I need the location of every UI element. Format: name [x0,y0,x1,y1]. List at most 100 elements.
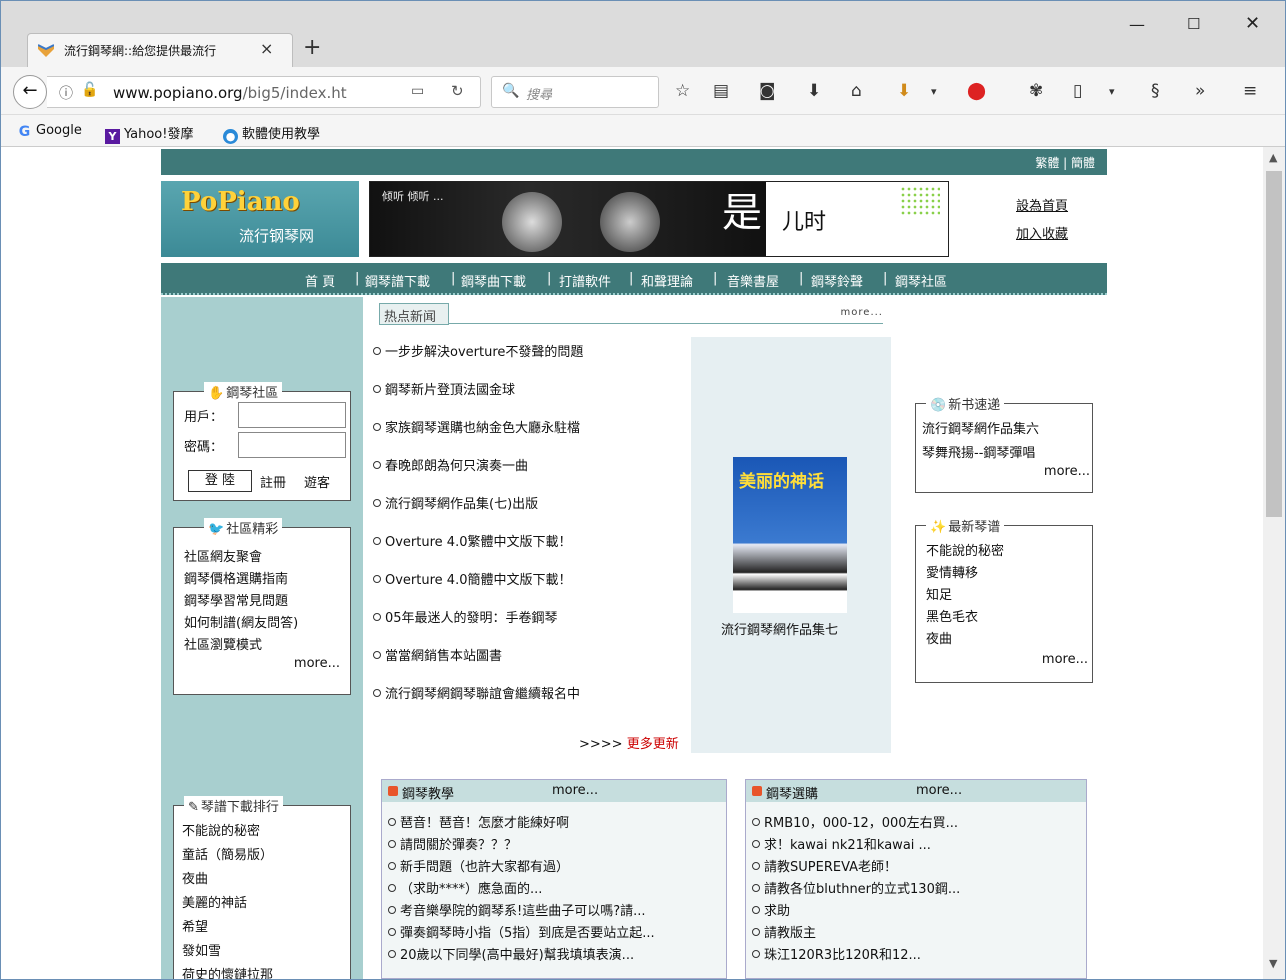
maximize-icon[interactable]: ☐ [1187,15,1200,33]
list-item[interactable]: 愛情轉移 [926,562,978,581]
info-icon[interactable]: ⓘ [59,83,73,103]
scroll-up-icon[interactable]: ▲ [1269,151,1277,164]
list-item[interactable]: 如何制譜(網友問答) [184,612,298,631]
teaching-more-link[interactable]: more... [552,783,598,798]
guest-link[interactable]: 遊客 [304,472,330,491]
list-item[interactable]: 新手問題（也許大家都有過） [388,856,569,875]
newbooks-more-link[interactable]: more... [1044,464,1090,479]
list-item[interactable]: 不能說的秘密 [182,820,260,839]
news-item[interactable]: 鋼琴新片登頂法國金球 [373,379,515,398]
nav-scores[interactable]: 鋼琴譜下載 [365,271,430,290]
book-cover-image[interactable]: 美丽的神话 [733,457,847,613]
list-item[interactable]: 不能說的秘密 [926,540,1004,559]
list-item[interactable]: 發如雪 [182,940,221,959]
list-item[interactable]: 彈奏鋼琴時小指（5指）到底是否要站立起... [388,922,655,941]
list-item[interactable]: 鋼琴學習常見問題 [184,590,288,609]
news-more-link[interactable]: more... [841,307,883,318]
back-icon[interactable]: ← [13,75,47,109]
vertical-scrollbar[interactable]: ▲ ▼ [1263,147,1285,979]
list-item[interactable]: 希望 [182,916,208,935]
list-item[interactable]: 求！kawai nk21和kawai ... [752,834,931,853]
scroll-down-icon[interactable]: ▼ [1269,957,1277,970]
username-input[interactable] [238,402,346,428]
list-item[interactable]: 美麗的神話 [182,892,247,911]
list-item[interactable]: （求助****）應急面的... [388,878,542,897]
bookmark-star-icon[interactable]: ☆ [675,81,690,101]
home-icon[interactable]: ⌂ [851,81,862,101]
list-item[interactable]: 請教SUPEREVA老師！ [752,856,897,875]
nav-theory[interactable]: 和聲理論 [641,271,693,290]
scrollbar-thumb[interactable] [1266,171,1282,517]
login-button[interactable]: 登 陸 [188,470,252,492]
list-item[interactable]: RMB10，000-12，000左右買... [752,812,958,831]
extension-icon[interactable]: ✾ [1029,81,1043,101]
set-homepage-link[interactable]: 設為首頁 [1016,195,1068,214]
nav-ringtones[interactable]: 鋼琴鈴聲 [811,271,863,290]
list-item[interactable]: 琴舞飛揚--鋼琴彈唱 [922,442,1035,461]
nav-software[interactable]: 打譜軟件 [559,271,611,290]
list-item[interactable]: 知足 [926,584,952,603]
news-item[interactable]: 流行鋼琴網作品集(七)出版 [373,493,538,512]
pocket-icon[interactable]: ◙ [759,81,776,101]
list-item[interactable]: 夜曲 [926,628,952,647]
nav-music[interactable]: 鋼琴曲下載 [461,271,526,290]
newscores-more-link[interactable]: more... [1042,652,1088,667]
list-item[interactable]: 20歲以下同學(高中最好)幫我填填表演... [388,944,634,963]
news-item[interactable]: 當當網銷售本站圖書 [373,645,502,664]
minimize-icon[interactable]: — [1129,15,1145,34]
menu-icon[interactable]: ≡ [1243,81,1257,101]
insecure-lock-icon[interactable]: 🔓 [81,82,98,98]
library-icon[interactable]: ▤ [713,81,729,101]
list-item[interactable]: 求助 [752,900,790,919]
list-item[interactable]: 鋼琴價格選購指南 [184,568,288,587]
clipboard-icon[interactable]: ▯ [1073,81,1082,101]
register-link[interactable]: 註冊 [260,472,286,491]
list-item[interactable]: 琶音！琶音！怎麼才能練好啊 [388,812,569,831]
browser-tab[interactable]: 流行鋼琴網::給您提供最流行 × [27,33,293,67]
bookmark-google[interactable]: G Google [17,123,82,140]
chevron-down-icon-2[interactable]: ▾ [1109,85,1115,98]
search-box[interactable]: 🔍 搜尋 [491,76,659,108]
list-item[interactable]: 珠江120R3比120R和12... [752,944,921,963]
list-item[interactable]: 請教版主 [752,922,816,941]
download-icon[interactable]: ⬇ [807,81,821,101]
list-item[interactable]: 童話（簡易版） [182,844,273,863]
site-logo[interactable]: PoPiano 流行钢琴网 [161,181,359,257]
news-item[interactable]: 05年最迷人的發明：手卷鋼琴 [373,607,558,626]
choose-more-link[interactable]: more... [916,783,962,798]
list-item[interactable]: 請教各位bluthner的立式130鋼... [752,878,960,897]
reader-view-icon[interactable]: ▭ [411,83,424,99]
password-input[interactable] [238,432,346,458]
adblock-icon[interactable]: ⬤ [967,81,986,101]
list-item[interactable]: 流行鋼琴網作品集六 [922,418,1039,437]
bookmark-yahoo[interactable]: Y Yahoo!發摩 [105,123,193,144]
list-item[interactable]: 夜曲 [182,868,208,887]
nav-community[interactable]: 鋼琴社區 [895,271,947,290]
new-tab-icon[interactable]: + [303,35,321,60]
close-tab-icon[interactable]: × [260,39,273,58]
list-item[interactable]: 考音樂學院的鋼琴系!這些曲子可以嗎?請... [388,900,646,919]
chevron-down-icon[interactable]: ▾ [931,85,937,98]
news-item[interactable]: Overture 4.0簡體中文版下載！ [373,569,571,588]
url-text[interactable]: www.popiano.org/big5/index.ht [113,84,347,102]
nav-books[interactable]: 音樂書屋 [727,271,779,290]
banner-image[interactable]: 倾听 倾听 ... 是 儿时 [369,181,949,257]
more-updates-link[interactable]: >>>> 更多更新 [579,733,679,752]
highlights-more-link[interactable]: more... [294,656,340,671]
news-item[interactable]: Overture 4.0繁體中文版下載！ [373,531,571,550]
list-item[interactable]: 黑色毛衣 [926,606,978,625]
close-window-icon[interactable]: ✕ [1245,13,1260,34]
url-bar[interactable]: ⓘ 🔓 www.popiano.org/big5/index.ht ▭ ↻ [47,76,481,108]
news-item[interactable]: 春晚郎朗為何只演奏一曲 [373,455,528,474]
news-item[interactable]: 家族鋼琴選購也納金色大廳永駐檔 [373,417,580,436]
bookmark-tutorial[interactable]: ● 軟體使用教學 [223,123,320,144]
list-item[interactable]: 社區網友聚會 [184,546,262,565]
reload-icon[interactable]: ↻ [451,82,464,100]
news-item[interactable]: 一步步解決overture不發聲的問題 [373,341,583,360]
book-caption[interactable]: 流行鋼琴網作品集七 [721,619,838,638]
news-item[interactable]: 流行鋼琴網鋼琴聯誼會繼續報名中 [373,683,580,702]
list-item[interactable]: 社區瀏覽模式 [184,634,262,653]
language-links[interactable]: 繁體 | 簡體 [1035,154,1095,171]
download-manager-icon[interactable]: ⬇ [897,81,911,101]
addon-icon[interactable]: § [1151,81,1160,101]
